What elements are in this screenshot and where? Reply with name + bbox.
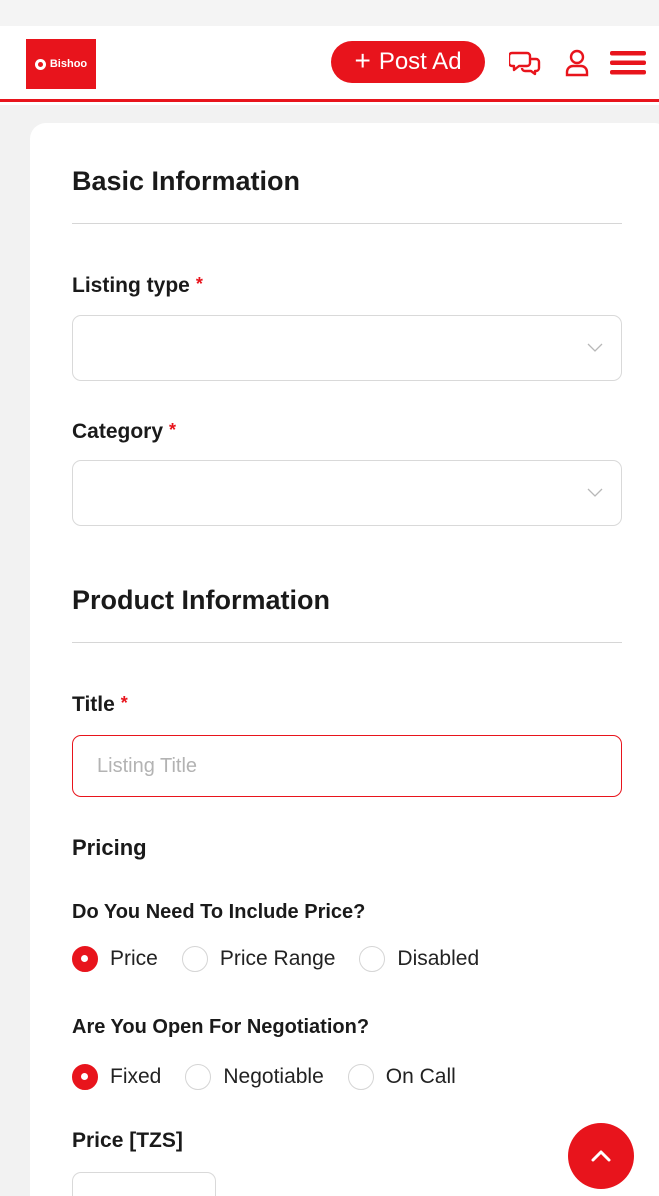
category-select[interactable] [72,460,622,526]
negotiation-question: Are You Open For Negotiation? [72,1016,370,1038]
post-ad-label: Post Ad [378,48,462,75]
price-input[interactable] [72,1172,216,1196]
logo-text: Bishoo [49,58,88,70]
radio-label: Disabled [397,947,480,970]
include-price-radio-group: Price Price Range Disabled [72,944,503,974]
listing-type-label-text: Listing type [72,274,190,297]
product-information-title: Product Information [72,585,330,615]
basic-information-title: Basic Information [72,166,301,196]
radio-option-disabled[interactable]: Disabled [359,946,479,972]
chevron-down-icon [587,343,603,352]
category-label-text: Category [72,420,164,443]
listing-title-input[interactable] [72,735,622,797]
radio-option-fixed[interactable]: Fixed [72,1064,161,1090]
radio-label: Negotiable [223,1065,324,1088]
radio-button-checked[interactable] [72,1064,98,1090]
include-price-question: Do You Need To Include Price? [72,901,366,923]
price-label: Price [TZS] [72,1129,183,1152]
post-ad-button[interactable]: + Post Ad [331,41,485,83]
radio-label: Price [110,947,158,970]
radio-button[interactable] [359,946,386,972]
logo-mark-icon [34,58,46,70]
chevron-up-icon [591,1150,611,1162]
user-icon[interactable] [559,45,595,81]
radio-button[interactable] [185,1064,212,1090]
listing-type-select[interactable] [72,315,622,381]
radio-label: On Call [385,1065,456,1088]
menu-icon[interactable] [610,45,646,81]
pricing-heading: Pricing [72,835,147,860]
site-header: Bishoo + Post Ad [0,26,659,102]
category-label: Category * [72,420,176,444]
required-mark: * [169,420,177,440]
radio-button[interactable] [181,946,208,972]
radio-button-checked[interactable] [72,946,98,972]
radio-option-negotiable[interactable]: Negotiable [185,1064,324,1090]
product-information-divider [72,642,622,643]
radio-label: Price Range [219,947,336,970]
required-mark: * [120,693,128,713]
chat-icon[interactable] [507,45,543,81]
basic-information-divider [72,223,622,224]
site-logo[interactable]: Bishoo [26,39,96,89]
title-label: Title * [72,693,128,717]
required-mark: * [195,274,203,294]
title-label-text: Title [72,693,115,716]
radio-button[interactable] [347,1064,374,1090]
plus-icon: + [354,45,371,76]
radio-option-price-range[interactable]: Price Range [181,946,336,972]
top-strip [0,0,659,26]
radio-option-on-call[interactable]: On Call [347,1064,456,1090]
negotiation-radio-group: Fixed Negotiable On Call [72,1062,480,1092]
chevron-down-icon [587,488,603,497]
listing-type-label: Listing type * [72,274,203,298]
scroll-to-top-button[interactable] [568,1123,634,1189]
radio-option-price[interactable]: Price [72,946,158,972]
radio-label: Fixed [110,1065,162,1088]
